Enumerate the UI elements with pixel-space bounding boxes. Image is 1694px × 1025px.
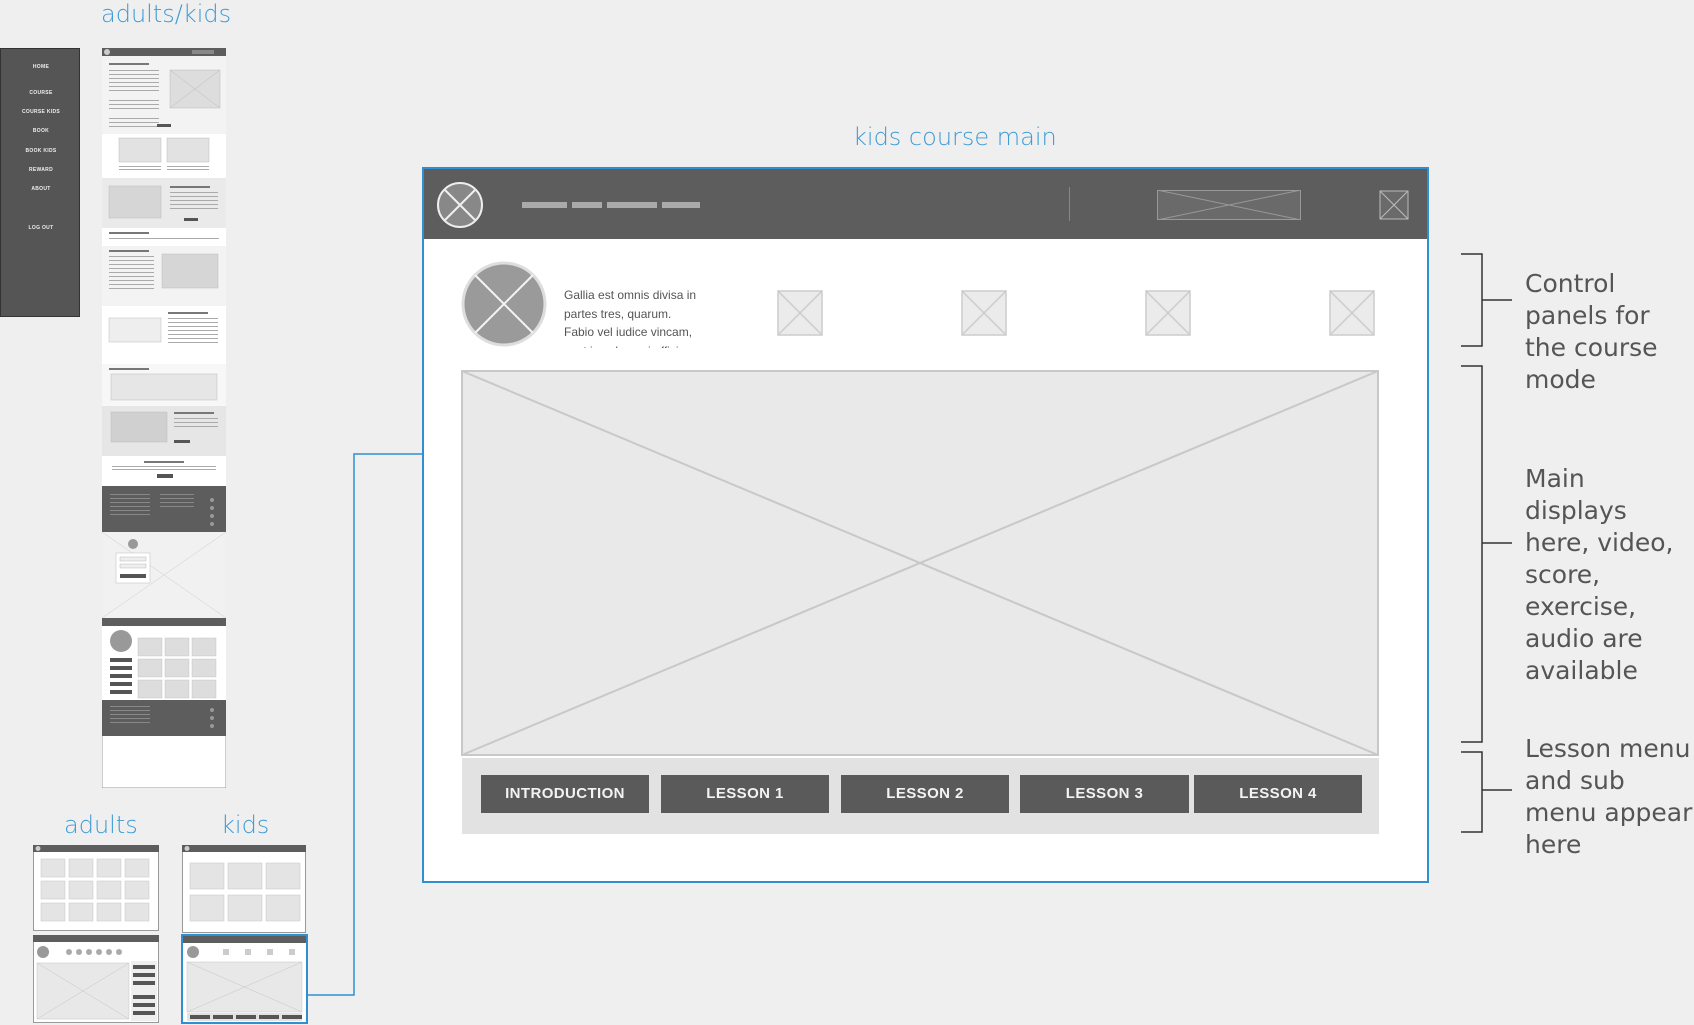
side-nav-item-about[interactable]: ABOUT bbox=[1, 186, 81, 192]
lesson-button-2[interactable]: LESSON 2 bbox=[841, 775, 1009, 813]
side-nav-item-book-kids[interactable]: BOOK KIDS bbox=[1, 148, 81, 154]
control-icon-2[interactable] bbox=[961, 290, 1007, 336]
side-nav-item-course[interactable]: COURSE bbox=[1, 90, 81, 96]
logo-placeholder-icon[interactable] bbox=[436, 181, 484, 229]
thumbnail-adults-course[interactable] bbox=[33, 935, 159, 1023]
menu-placeholder-icon[interactable] bbox=[1379, 190, 1409, 220]
top-bar bbox=[424, 169, 1427, 239]
caption-adults: adults bbox=[64, 811, 138, 839]
annotation-control-panels: Control panels for the course mode bbox=[1525, 269, 1658, 394]
side-nav-item-course-kids[interactable]: COURSE KIDS bbox=[1, 109, 81, 115]
nav-link-placeholder-3[interactable] bbox=[607, 202, 657, 208]
lesson-button-introduction[interactable]: INTRODUCTION bbox=[481, 775, 649, 813]
side-nav-item-book[interactable]: BOOK bbox=[1, 128, 81, 134]
thumbnail-adults-grid[interactable] bbox=[33, 845, 159, 931]
side-nav-item-log-out[interactable]: LOG OUT bbox=[1, 225, 81, 231]
main-display-placeholder[interactable] bbox=[461, 370, 1379, 756]
nav-link-placeholder-1[interactable] bbox=[522, 202, 567, 208]
annotation-main-display: Main displays here, video, score, exerci… bbox=[1525, 464, 1674, 685]
caption-kids: kids bbox=[221, 811, 270, 839]
annotation-lesson-menu: Lesson menu and sub menu appear here bbox=[1525, 734, 1693, 859]
side-nav-mockup: HOME COURSE COURSE KIDS BOOK BOOK KIDS R… bbox=[0, 48, 80, 317]
avatar-placeholder-icon[interactable] bbox=[461, 261, 547, 347]
lesson-button-1[interactable]: LESSON 1 bbox=[661, 775, 829, 813]
nav-link-placeholder-4[interactable] bbox=[662, 202, 700, 208]
control-icon-4[interactable] bbox=[1329, 290, 1375, 336]
banner-image-placeholder bbox=[1157, 190, 1301, 220]
control-icon-3[interactable] bbox=[1145, 290, 1191, 336]
nav-link-placeholder-2[interactable] bbox=[572, 202, 602, 208]
lesson-menu-bar: INTRODUCTION LESSON 1 LESSON 2 LESSON 3 … bbox=[462, 758, 1379, 834]
control-icon-1[interactable] bbox=[777, 290, 823, 336]
side-nav-item-reward[interactable]: REWARD bbox=[1, 167, 81, 173]
kids-course-main-wireframe: Gallia est omnis divisa in partes tres, … bbox=[422, 167, 1429, 883]
header-divider bbox=[1069, 187, 1070, 221]
caption-kids-course-main: kids course main bbox=[853, 123, 1057, 151]
caption-adults-kids: adults/kids bbox=[101, 0, 232, 28]
lesson-button-3[interactable]: LESSON 3 bbox=[1020, 775, 1189, 813]
thumbnail-kids-course-selected[interactable] bbox=[181, 934, 308, 1024]
side-nav-item-home[interactable]: HOME bbox=[1, 64, 81, 70]
course-intro-text: Gallia est omnis divisa in partes tres, … bbox=[564, 288, 697, 348]
page-thumbnail-adults-kids[interactable] bbox=[102, 48, 226, 788]
connector-line bbox=[308, 453, 424, 996]
lesson-button-4[interactable]: LESSON 4 bbox=[1194, 775, 1362, 813]
thumbnail-kids-grid[interactable] bbox=[182, 845, 306, 933]
annotation-brackets bbox=[1461, 253, 1512, 833]
